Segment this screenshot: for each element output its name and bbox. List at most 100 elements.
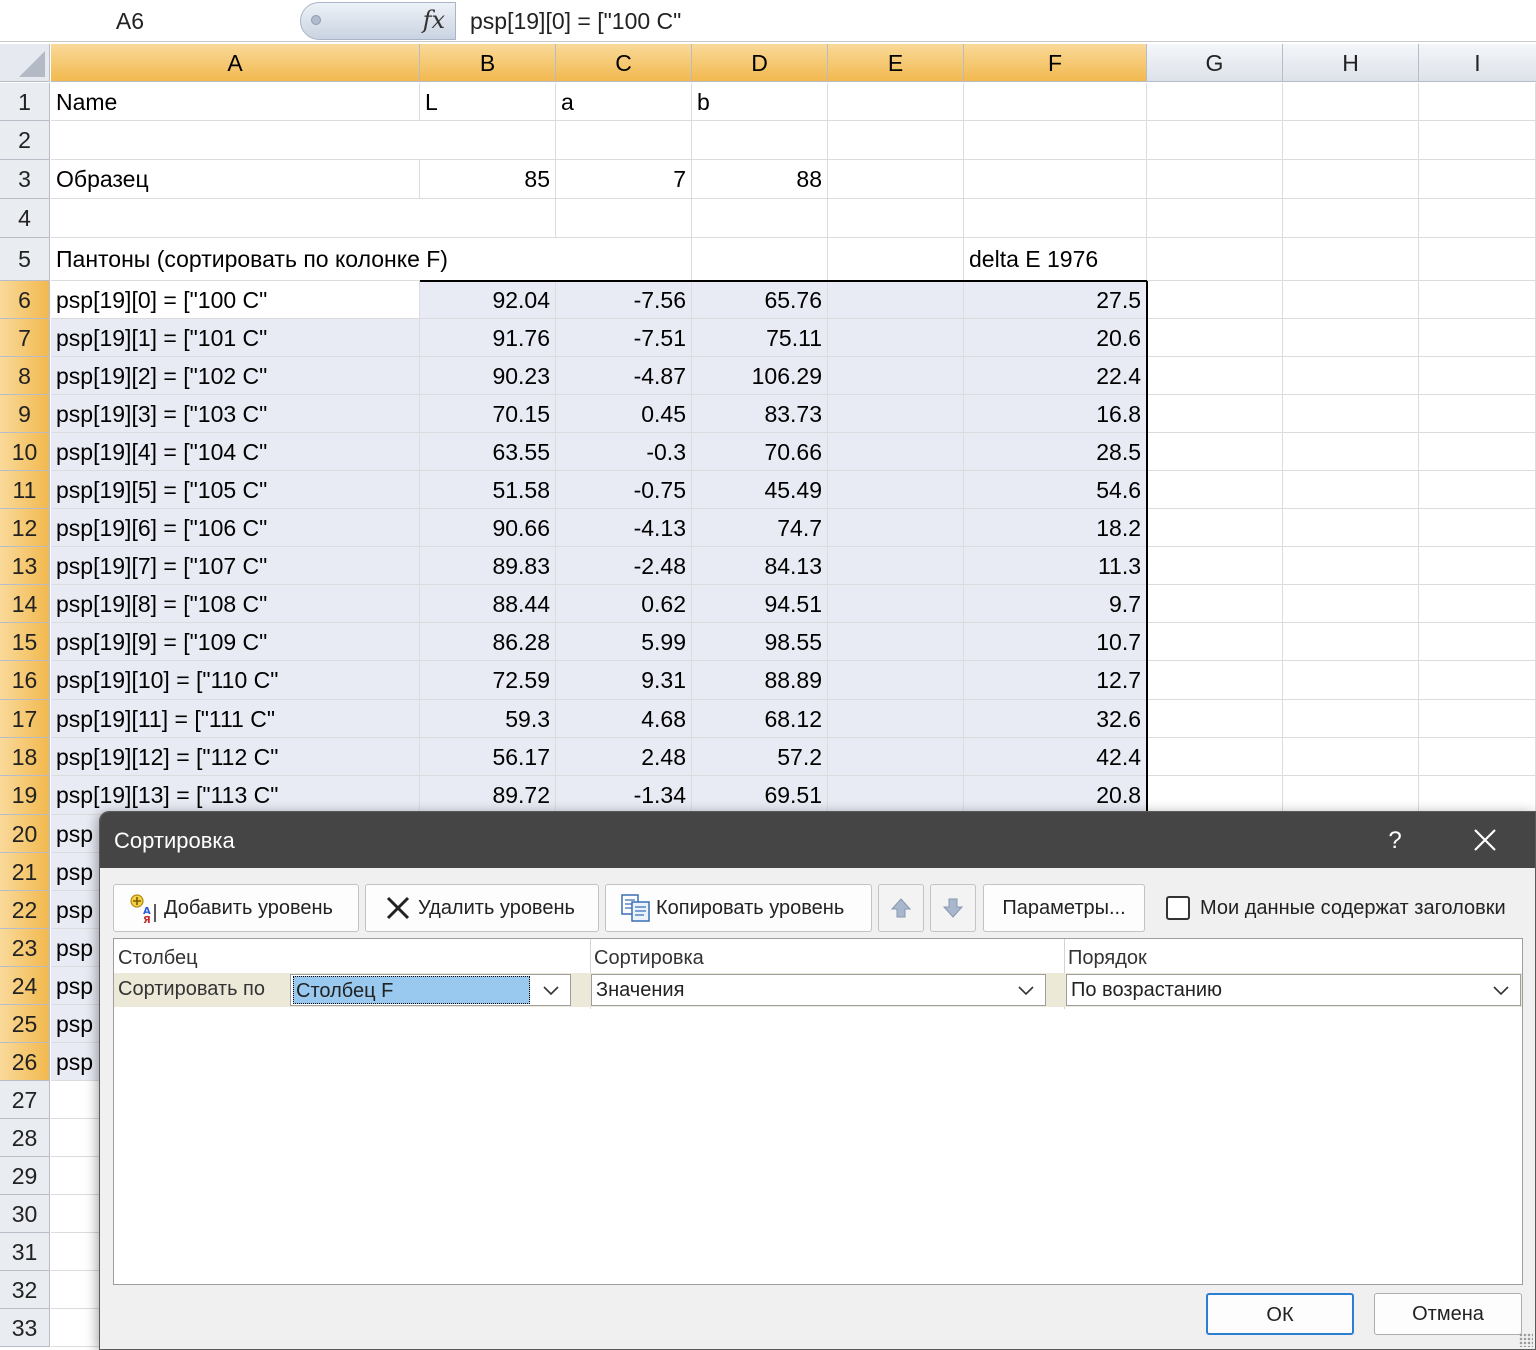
cell-d16[interactable]: 88.89 bbox=[692, 661, 828, 699]
cell-h3[interactable] bbox=[1283, 160, 1419, 198]
cell-b6[interactable]: 92.04 bbox=[420, 281, 556, 318]
cancel-button[interactable]: Отмена bbox=[1374, 1293, 1522, 1335]
row-header-31[interactable]: 31 bbox=[0, 1233, 50, 1271]
row-header-21[interactable]: 21 bbox=[0, 853, 50, 891]
headers-checkbox-label[interactable]: Мои данные содержат заголовки bbox=[1200, 884, 1506, 932]
cell-b14[interactable]: 88.44 bbox=[420, 585, 556, 622]
cell-g5[interactable] bbox=[1147, 238, 1283, 280]
cell-g10[interactable] bbox=[1147, 433, 1283, 470]
cell-f10[interactable]: 28.5 bbox=[964, 433, 1147, 470]
cell-f14[interactable]: 9.7 bbox=[964, 585, 1147, 622]
cell-c6[interactable]: -7.56 bbox=[556, 281, 692, 318]
row-header-2[interactable]: 2 bbox=[0, 121, 50, 160]
row-header-4[interactable]: 4 bbox=[0, 199, 50, 238]
cell-h8[interactable] bbox=[1283, 357, 1419, 394]
cell-h16[interactable] bbox=[1283, 661, 1419, 699]
cell-d1[interactable]: b bbox=[692, 83, 828, 120]
name-box[interactable]: A6 bbox=[0, 0, 260, 42]
cell-f7[interactable]: 20.6 bbox=[964, 319, 1147, 356]
cell-d2[interactable] bbox=[692, 121, 828, 159]
row-header-10[interactable]: 10 bbox=[0, 433, 50, 471]
row-header-25[interactable]: 25 bbox=[0, 1005, 50, 1043]
cell-g2[interactable] bbox=[1147, 121, 1283, 159]
insert-function-icon[interactable]: fx bbox=[423, 6, 445, 34]
cell-b4[interactable] bbox=[420, 199, 556, 237]
cell-b3[interactable]: 85 bbox=[420, 160, 556, 198]
column-dropdown[interactable]: Столбец F bbox=[290, 974, 571, 1006]
cell-g11[interactable] bbox=[1147, 471, 1283, 508]
cell-b2[interactable] bbox=[420, 121, 556, 159]
row-header-28[interactable]: 28 bbox=[0, 1119, 50, 1157]
cell-i19[interactable] bbox=[1419, 776, 1536, 814]
cell-i16[interactable] bbox=[1419, 661, 1536, 699]
cell-g18[interactable] bbox=[1147, 738, 1283, 775]
column-header-i[interactable]: I bbox=[1419, 44, 1536, 82]
cell-a11[interactable]: psp[19][5] = ["105 C" bbox=[51, 471, 420, 508]
cell-h2[interactable] bbox=[1283, 121, 1419, 159]
cell-c1[interactable]: a bbox=[556, 83, 692, 120]
cell-e13[interactable] bbox=[828, 547, 964, 584]
cell-b17[interactable]: 59.3 bbox=[420, 700, 556, 737]
cell-d3[interactable]: 88 bbox=[692, 160, 828, 198]
cell-f3[interactable] bbox=[964, 160, 1147, 198]
cell-d17[interactable]: 68.12 bbox=[692, 700, 828, 737]
cell-i9[interactable] bbox=[1419, 395, 1536, 432]
cell-h7[interactable] bbox=[1283, 319, 1419, 356]
cell-f2[interactable] bbox=[964, 121, 1147, 159]
row-header-22[interactable]: 22 bbox=[0, 891, 50, 929]
sort-on-dropdown[interactable]: Значения bbox=[591, 974, 1046, 1006]
cell-f6[interactable]: 27.5 bbox=[964, 281, 1147, 318]
cell-b18[interactable]: 56.17 bbox=[420, 738, 556, 775]
row-header-14[interactable]: 14 bbox=[0, 585, 50, 623]
cell-h14[interactable] bbox=[1283, 585, 1419, 622]
cell-e19[interactable] bbox=[828, 776, 964, 814]
row-header-33[interactable]: 33 bbox=[0, 1309, 50, 1347]
cell-i3[interactable] bbox=[1419, 160, 1536, 198]
cell-g17[interactable] bbox=[1147, 700, 1283, 737]
row-header-9[interactable]: 9 bbox=[0, 395, 50, 433]
cell-i10[interactable] bbox=[1419, 433, 1536, 470]
sort-level-row[interactable]: Сортировать по Столбец F Значения По воз… bbox=[114, 973, 1522, 1007]
row-header-30[interactable]: 30 bbox=[0, 1195, 50, 1233]
cell-a1[interactable]: Name bbox=[51, 83, 420, 120]
cell-g15[interactable] bbox=[1147, 623, 1283, 660]
cell-a4[interactable] bbox=[51, 199, 420, 237]
cell-d5[interactable] bbox=[692, 238, 828, 280]
row-header-6[interactable]: 6 bbox=[0, 281, 50, 319]
cell-f13[interactable]: 11.3 bbox=[964, 547, 1147, 584]
cell-a14[interactable]: psp[19][8] = ["108 C" bbox=[51, 585, 420, 622]
cell-d11[interactable]: 45.49 bbox=[692, 471, 828, 508]
cell-i6[interactable] bbox=[1419, 281, 1536, 318]
row-header-19[interactable]: 19 bbox=[0, 776, 50, 815]
cell-c14[interactable]: 0.62 bbox=[556, 585, 692, 622]
close-button[interactable] bbox=[1465, 812, 1505, 868]
cell-i7[interactable] bbox=[1419, 319, 1536, 356]
cell-e15[interactable] bbox=[828, 623, 964, 660]
row-header-24[interactable]: 24 bbox=[0, 967, 50, 1005]
cell-c5[interactable] bbox=[556, 238, 692, 280]
cell-i15[interactable] bbox=[1419, 623, 1536, 660]
cell-f11[interactable]: 54.6 bbox=[964, 471, 1147, 508]
row-header-16[interactable]: 16 bbox=[0, 661, 50, 700]
cell-i2[interactable] bbox=[1419, 121, 1536, 159]
cell-f15[interactable]: 10.7 bbox=[964, 623, 1147, 660]
cell-i13[interactable] bbox=[1419, 547, 1536, 584]
cell-b12[interactable]: 90.66 bbox=[420, 509, 556, 546]
cell-g16[interactable] bbox=[1147, 661, 1283, 699]
cell-h9[interactable] bbox=[1283, 395, 1419, 432]
cell-e8[interactable] bbox=[828, 357, 964, 394]
help-button[interactable]: ? bbox=[1375, 812, 1415, 868]
select-all-corner[interactable] bbox=[0, 44, 50, 82]
cell-d8[interactable]: 106.29 bbox=[692, 357, 828, 394]
cell-e6[interactable] bbox=[828, 281, 964, 318]
cell-a12[interactable]: psp[19][6] = ["106 C" bbox=[51, 509, 420, 546]
cell-h4[interactable] bbox=[1283, 199, 1419, 237]
cell-c18[interactable]: 2.48 bbox=[556, 738, 692, 775]
cell-f17[interactable]: 32.6 bbox=[964, 700, 1147, 737]
cell-h11[interactable] bbox=[1283, 471, 1419, 508]
row-header-8[interactable]: 8 bbox=[0, 357, 50, 395]
cell-f5[interactable]: delta E 1976 bbox=[964, 238, 1147, 280]
cell-b19[interactable]: 89.72 bbox=[420, 776, 556, 814]
row-header-18[interactable]: 18 bbox=[0, 738, 50, 776]
cell-c2[interactable] bbox=[556, 121, 692, 159]
